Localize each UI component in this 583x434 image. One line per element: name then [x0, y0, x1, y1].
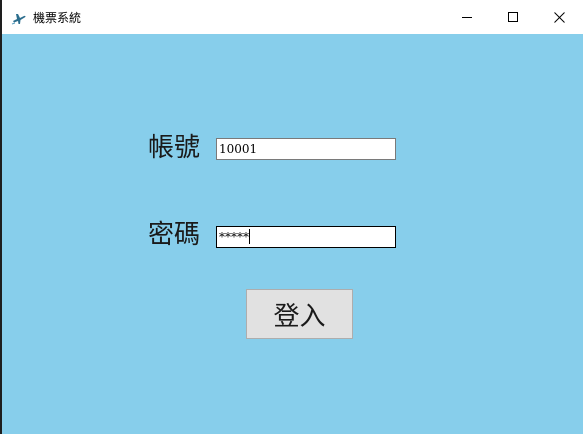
window-title: 機票系統	[33, 11, 82, 25]
text-caret	[249, 229, 250, 244]
login-window: 機票系統 帳號 10001 密碼 ***** 登入	[2, 0, 583, 434]
password-input[interactable]: *****	[216, 226, 396, 248]
password-input-value: *****	[219, 230, 249, 244]
password-label: 密碼	[148, 220, 201, 250]
account-label: 帳號	[148, 133, 201, 163]
title-bar[interactable]: 機票系統	[2, 0, 583, 34]
maximize-icon	[508, 12, 518, 22]
minimize-button[interactable]	[444, 0, 490, 34]
account-input-value: 10001	[219, 142, 258, 156]
close-button[interactable]	[536, 0, 582, 34]
maximize-button[interactable]	[490, 0, 536, 34]
account-input[interactable]: 10001	[216, 138, 396, 160]
airplane-icon	[11, 14, 26, 25]
close-icon	[553, 11, 565, 23]
minimize-icon	[462, 17, 472, 18]
login-button[interactable]: 登入	[246, 289, 353, 339]
